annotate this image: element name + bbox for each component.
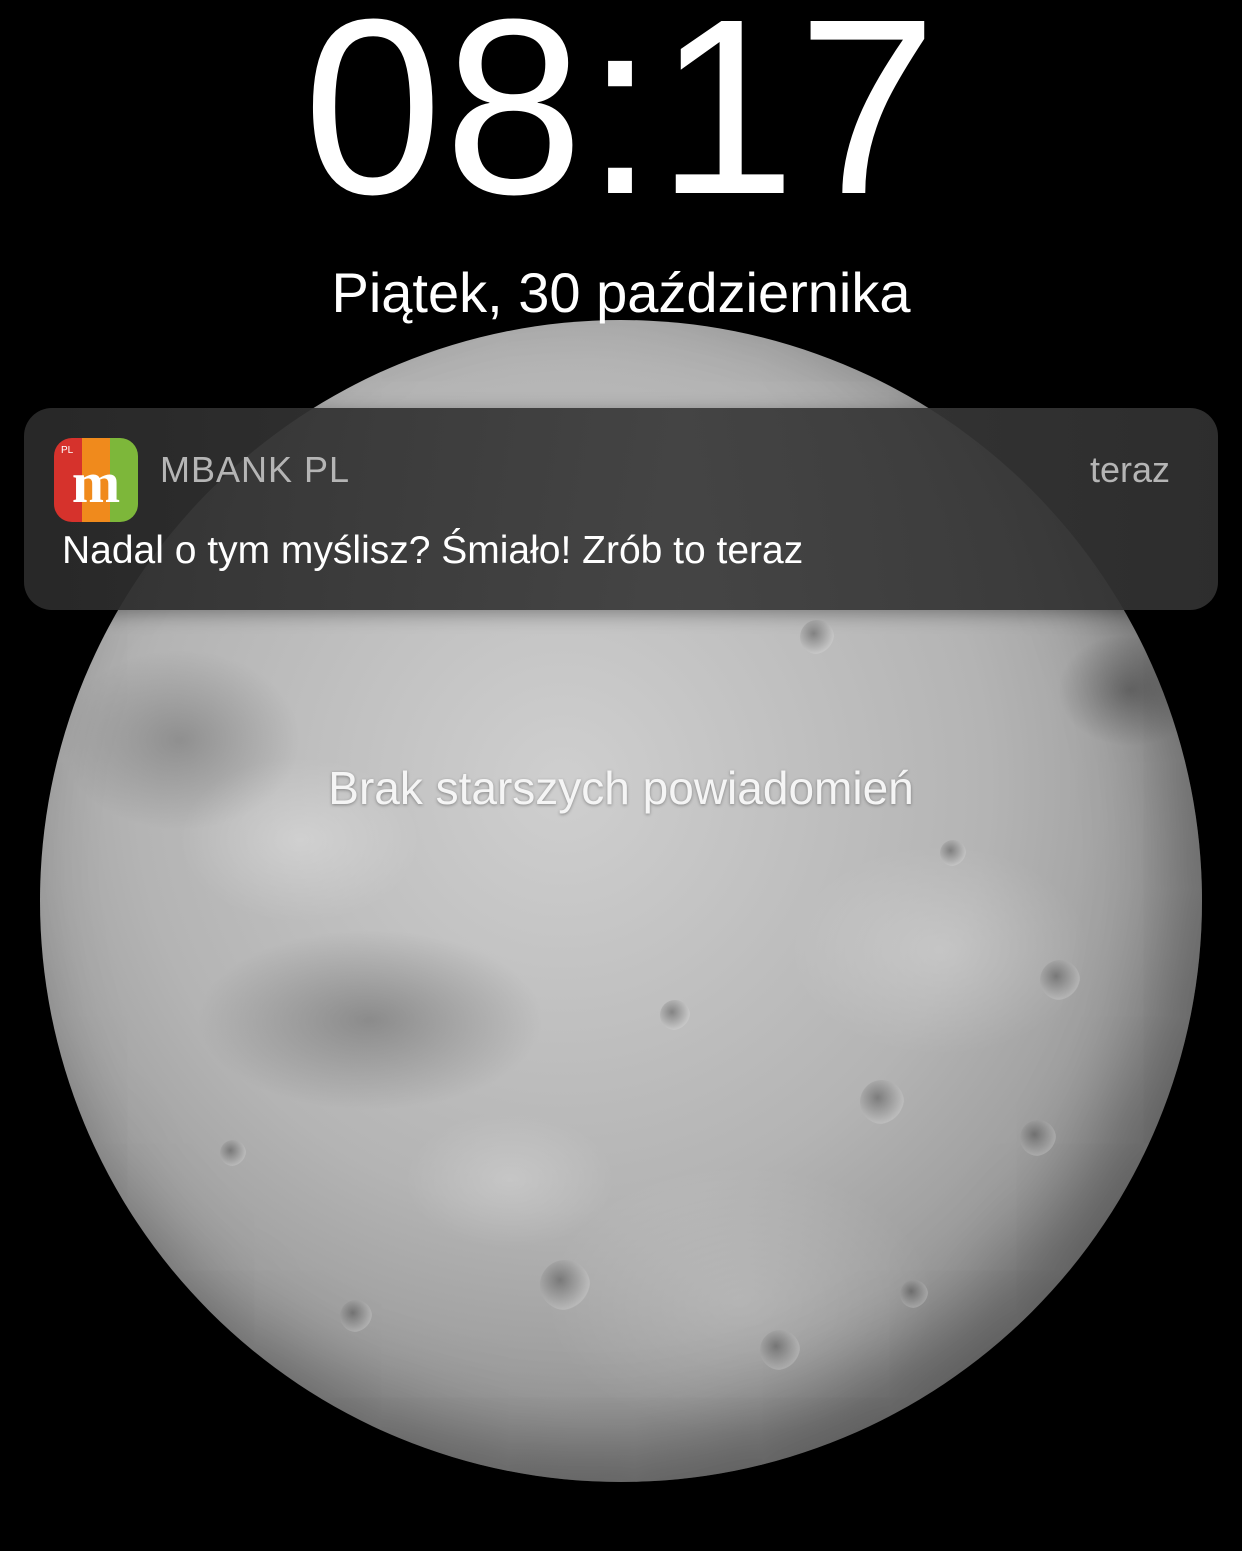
moon-crater: [800, 620, 834, 654]
moon-crater: [540, 1260, 590, 1310]
moon-crater: [220, 1140, 246, 1166]
notification-card[interactable]: PL m MBANK PL teraz Nadal o tym myślisz?…: [24, 408, 1218, 610]
icon-letter: m: [72, 450, 120, 515]
moon-crater: [1040, 960, 1080, 1000]
moon-crater: [860, 1080, 904, 1124]
mbank-app-icon: PL m: [54, 438, 138, 522]
moon-crater: [1020, 1120, 1056, 1156]
moon-crater: [900, 1280, 928, 1308]
notification-time: teraz: [1089, 449, 1170, 490]
no-older-notifications-label: Brak starszych powiadomień: [328, 762, 914, 814]
notification-message: Nadal o tym myślisz? Śmiało! Zrób to ter…: [62, 529, 804, 572]
moon-crater: [760, 1330, 800, 1370]
moon-crater: [340, 1300, 372, 1332]
mbank-logo-icon: PL m: [54, 438, 138, 522]
lock-screen-date: Piątek, 30 października: [331, 261, 911, 324]
lock-screen-clock: 08:17: [303, 0, 939, 246]
lock-screen: 08:17 Piątek, 30 października PL m MBANK…: [0, 0, 1242, 1551]
notification-app-name: MBANK PL: [160, 449, 351, 490]
moon-crater: [660, 1000, 690, 1030]
moon-crater: [940, 840, 966, 866]
